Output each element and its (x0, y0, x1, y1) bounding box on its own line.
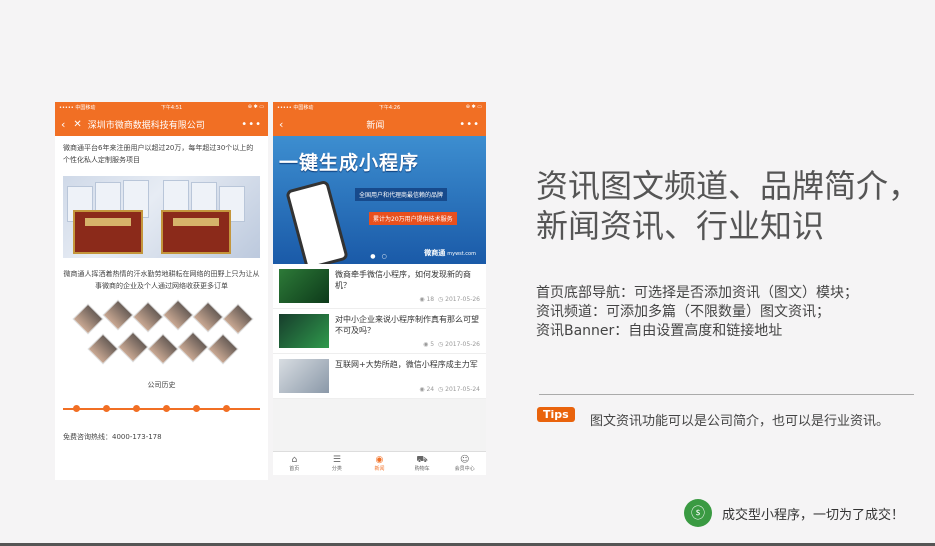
nav-bar: ‹ 新闻 ••• (273, 112, 486, 136)
bottom-tab-bar: ⌂ 首页 ☰ 分类 ◉ 新闻 ⛟ 购物车 ☺ 会员中心 (273, 451, 486, 475)
news-item[interactable]: 对中小企业来说小程序制作真有那么可望不可及吗？ ◉ 5 ◷ 2017-05-26 (273, 309, 486, 354)
slogan: ⓢ 成交型小程序，一切为了成交！ (684, 499, 904, 527)
team-photos (63, 299, 260, 372)
clock-icon: ◷ (437, 386, 444, 393)
news-thumbnail (279, 269, 329, 303)
banner-headline: 一键生成小程序 (279, 152, 420, 174)
carrier-label: ••••• 中国移动 (59, 104, 96, 111)
more-icon[interactable]: ••• (241, 119, 262, 130)
tab-cart[interactable]: ⛟ 购物车 (401, 452, 444, 475)
company-description: 微商通人挥洒着热情的汗水勤劳地耕耘在网络的田野上只为让从事微商的企业及个人通过网… (63, 270, 260, 290)
news-thumbnail (279, 314, 329, 348)
home-icon: ⌂ (291, 455, 298, 465)
news-meta: ◉ 18 ◷ 2017-05-26 (419, 296, 480, 303)
status-bar: ••••• 中国移动 下午4:51 ⊕ ✱ ▭ (55, 102, 268, 112)
banner-subtitle: 全国用户和代理商最信赖的品牌 (355, 188, 448, 201)
nav-bar: ‹ ✕ 深圳市微商数据科技有限公司 ••• (55, 112, 268, 136)
feature-item: 资讯频道：可添加多篇（不限数量）图文资讯； (536, 304, 830, 320)
feature-item: 资讯Banner：自由设置高度和链接地址 (536, 323, 783, 339)
news-meta: ◉ 24 ◷ 2017-05-24 (419, 386, 480, 393)
news-banner[interactable]: 一键生成小程序 全国用户和代理商最信赖的品牌 累计为20万用户提供技术服务 微商… (273, 136, 486, 264)
company-intro: 微商通平台6年来注册用户以超过20万，每年超过30个以上的个性化私人定制服务项目 (63, 144, 254, 164)
feature-item: 首页底部导航：可选择是否添加资讯（图文）模块； (536, 285, 858, 301)
tab-category[interactable]: ☰ 分类 (316, 452, 359, 475)
news-title: 互联网+大势所趋，微信小程序成主力军 (335, 360, 478, 369)
cart-icon: ⛟ (416, 455, 428, 465)
tab-home[interactable]: ⌂ 首页 (273, 452, 316, 475)
news-meta: ◉ 5 ◷ 2017-05-26 (423, 341, 480, 348)
banner-badge: 累计为20万用户提供技术服务 (369, 212, 457, 225)
news-item[interactable]: 微商牵手微信小程序，如何发现新的商机？ ◉ 18 ◷ 2017-05-26 (273, 264, 486, 309)
history-timeline (63, 394, 260, 426)
battery-icon: ⊕ ✱ ▭ (247, 104, 264, 110)
more-icon[interactable]: ••• (459, 119, 480, 130)
clock-icon: ◷ (437, 341, 444, 348)
eye-icon: ◉ (419, 296, 425, 303)
tips-badge: Tips (537, 407, 575, 422)
certificates-image (63, 176, 260, 258)
news-phone: ••••• 中国移动 下午4:26 ⊕ ✱ ▭ ‹ 新闻 ••• 一键生成小程序… (273, 102, 486, 475)
clock-label: 下午4:26 (378, 104, 401, 111)
page-title: 深圳市微商数据科技有限公司 (87, 120, 205, 131)
status-bar: ••••• 中国移动 下午4:26 ⊕ ✱ ▭ (273, 102, 486, 112)
carousel-dots[interactable]: ● ○ (273, 253, 486, 260)
hotline-text: 免费咨询热线：4000-173-178 (63, 433, 162, 441)
feature-list: 首页底部导航：可选择是否添加资讯（图文）模块； 资讯频道：可添加多篇（不限数量）… (536, 284, 858, 341)
news-item[interactable]: 互联网+大势所趋，微信小程序成主力军 ◉ 24 ◷ 2017-05-24 (273, 354, 486, 399)
tips-text: 图文资讯功能可以是公司简介，也可以是行业资讯。 (590, 414, 890, 429)
company-profile-phone: ••••• 中国移动 下午4:51 ⊕ ✱ ▭ ‹ ✕ 深圳市微商数据科技有限公… (55, 102, 268, 480)
clock-label: 下午4:51 (160, 104, 183, 111)
tab-news[interactable]: ◉ 新闻 (358, 452, 401, 475)
news-thumbnail (279, 359, 329, 393)
list-icon: ☰ (332, 455, 341, 465)
history-title: 公司历史 (147, 381, 176, 389)
phone-illustration (285, 179, 349, 264)
close-icon[interactable]: ✕ (73, 119, 81, 130)
clock-icon: ◷ (437, 296, 444, 303)
slogan-text: 成交型小程序，一切为了成交！ (722, 507, 905, 523)
eye-icon: ◉ (423, 341, 429, 348)
news-title: 微商牵手微信小程序，如何发现新的商机？ (335, 270, 471, 290)
carrier-label: ••••• 中国移动 (277, 104, 314, 111)
back-icon[interactable]: ‹ (61, 118, 65, 131)
news-icon: ◉ (375, 455, 384, 465)
mini-program-icon: ⓢ (684, 499, 712, 527)
feature-headline: 资讯图文频道、品牌简介， 新闻资讯、行业知识 (536, 167, 921, 245)
page-title: 新闻 (366, 120, 385, 131)
slide: ••••• 中国移动 下午4:51 ⊕ ✱ ▭ ‹ ✕ 深圳市微商数据科技有限公… (0, 0, 935, 546)
tab-member[interactable]: ☺ 会员中心 (443, 452, 486, 475)
eye-icon: ◉ (419, 386, 425, 393)
user-icon: ☺ (459, 455, 470, 465)
news-title: 对中小企业来说小程序制作真有那么可望不可及吗？ (335, 315, 479, 335)
divider (539, 394, 914, 395)
battery-icon: ⊕ ✱ ▭ (465, 104, 482, 110)
back-icon[interactable]: ‹ (279, 118, 283, 131)
